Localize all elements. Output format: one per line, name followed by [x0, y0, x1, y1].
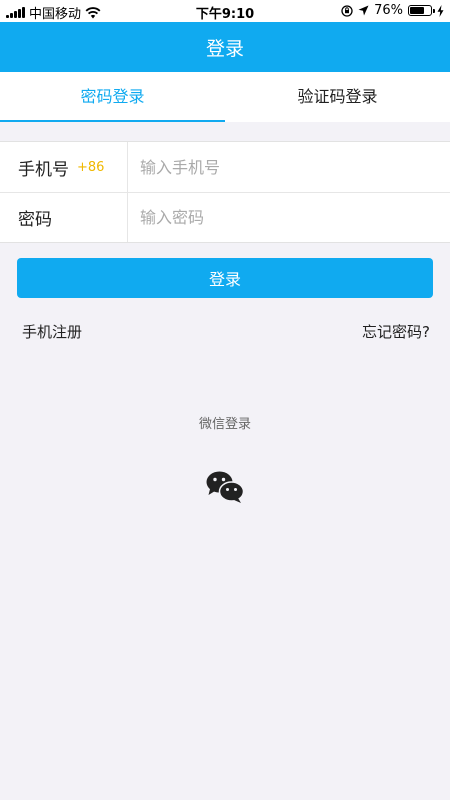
page-title: 登录	[205, 37, 244, 60]
login-tabs: 密码登录 验证码登录	[0, 72, 450, 122]
phone-row: 手机号 +86	[0, 141, 450, 193]
wechat-login-label: 微信登录	[198, 417, 251, 432]
phone-label: 手机号	[18, 159, 69, 180]
phone-input[interactable]	[128, 141, 450, 193]
tab-code-login[interactable]: 验证码登录	[225, 72, 450, 122]
phone-label-cell: 手机号 +86	[0, 142, 128, 192]
wechat-icon[interactable]	[205, 470, 245, 504]
navigation-bar: 登录	[0, 22, 450, 72]
status-bar: 中国移动 下午9:10 76%	[0, 0, 450, 22]
password-label: 密码	[18, 209, 52, 230]
country-code[interactable]: +86	[77, 160, 104, 175]
register-link[interactable]: 手机注册	[22, 321, 82, 342]
login-button[interactable]: 登录	[17, 258, 433, 298]
battery-icon	[408, 5, 435, 16]
tab-password-login[interactable]: 密码登录	[0, 72, 225, 122]
login-form: 手机号 +86 密码	[0, 141, 450, 243]
charging-icon	[437, 4, 444, 17]
battery-percent: 76%	[374, 3, 403, 18]
password-row: 密码	[0, 191, 450, 243]
orientation-lock-icon	[341, 4, 353, 17]
location-icon	[358, 5, 369, 16]
status-right: 76%	[341, 3, 444, 18]
forgot-password-link[interactable]: 忘记密码?	[362, 321, 430, 342]
password-label-cell: 密码	[0, 192, 128, 242]
password-input[interactable]	[128, 191, 450, 243]
